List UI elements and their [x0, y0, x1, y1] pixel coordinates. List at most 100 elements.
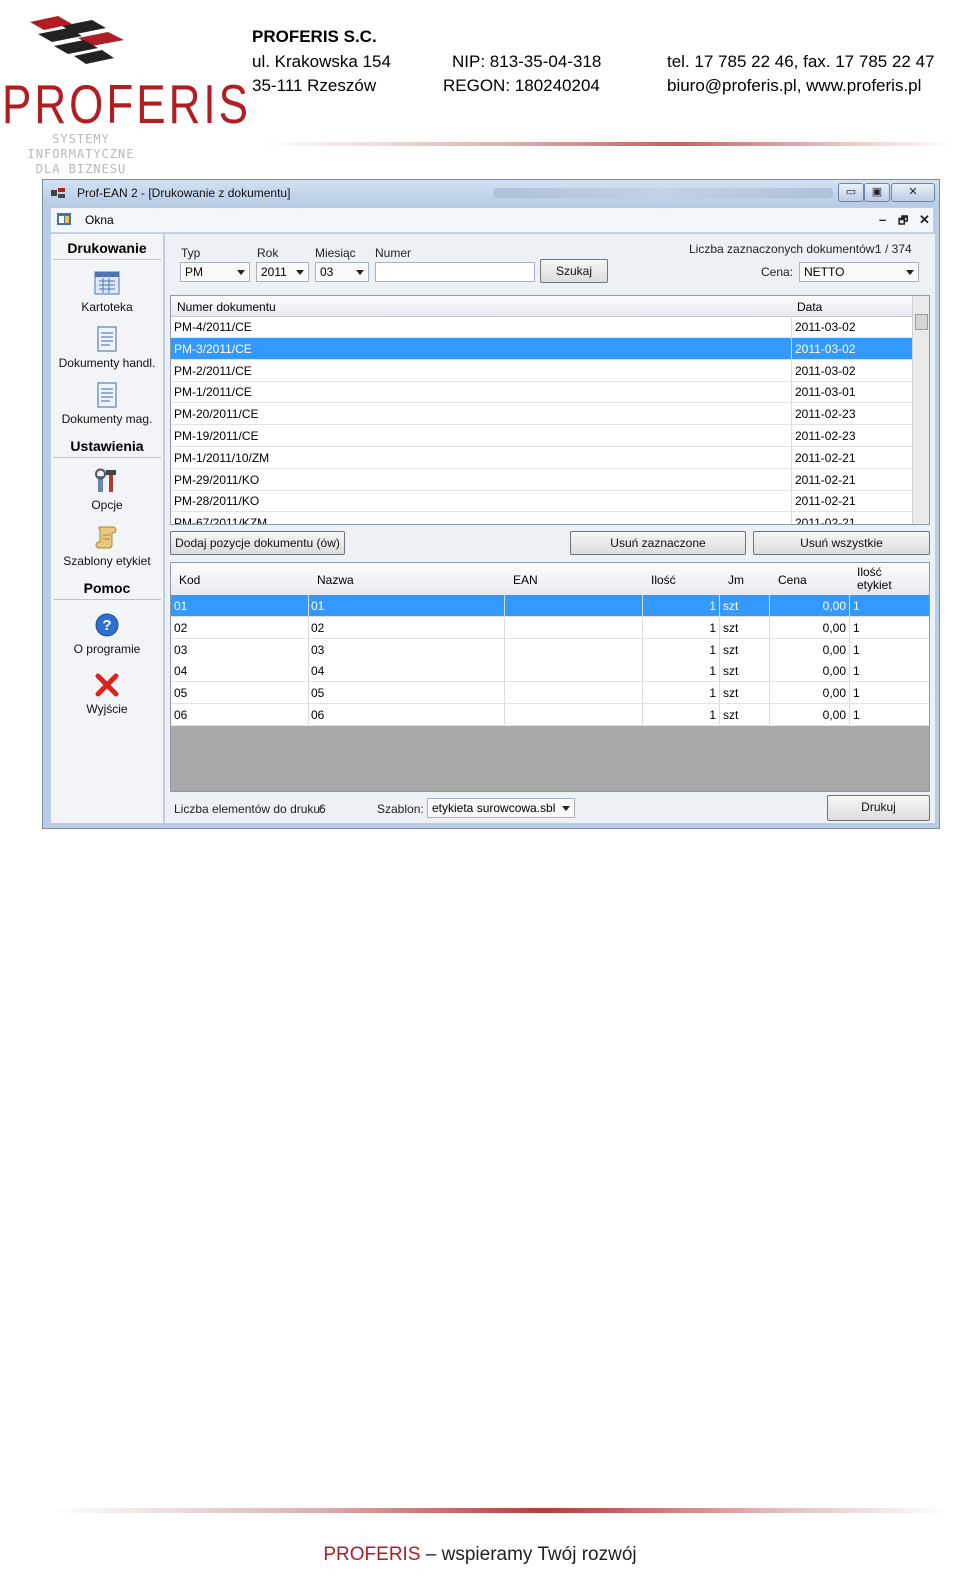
- item-nazwa: 05: [311, 686, 325, 701]
- document-row[interactable]: PM-67/2011/KZM 2011-02-21: [171, 512, 915, 525]
- item-nazwa: 06: [311, 708, 325, 722]
- document-row[interactable]: PM-29/2011/KO 2011-02-21: [171, 468, 915, 491]
- document-row[interactable]: PM-2/2011/CE 2011-03-02: [171, 359, 915, 382]
- col-nazwa[interactable]: Nazwa: [317, 573, 354, 587]
- col-ean[interactable]: EAN: [513, 573, 538, 587]
- svg-text:?: ?: [102, 617, 111, 634]
- maximize-button[interactable]: ▣: [864, 183, 890, 202]
- print-button[interactable]: Drukuj: [827, 795, 930, 821]
- chevron-down-icon: [356, 270, 364, 275]
- logo-tagline: SYSTEMY INFORMATYCZNE DLA BIZNESU: [6, 132, 156, 177]
- sidebar-item-exit[interactable]: Wyjście: [51, 672, 163, 716]
- menu-okna[interactable]: Okna: [85, 213, 114, 227]
- typ-select[interactable]: PM: [180, 262, 250, 282]
- sidebar-item-dokumenty-handl[interactable]: Dokumenty handl.: [51, 326, 163, 370]
- cell-separator: [769, 704, 770, 725]
- col-ilosc[interactable]: Ilość: [651, 573, 676, 587]
- item-row[interactable]: 04 04 1 szt 0,00 1: [171, 660, 929, 683]
- remove-all-button[interactable]: Usuń wszystkie: [753, 531, 930, 555]
- numer-input[interactable]: [375, 262, 535, 282]
- document-row[interactable]: PM-4/2011/CE 2011-03-02: [171, 316, 915, 338]
- document-row[interactable]: PM-3/2011/CE 2011-03-02: [171, 337, 915, 360]
- cell-separator: [642, 660, 643, 682]
- col-date[interactable]: Data: [797, 300, 822, 314]
- sidebar-item-opcje[interactable]: Opcje: [51, 468, 163, 512]
- cell-separator: [504, 638, 505, 660]
- sidebar-item-about[interactable]: ? O programie: [51, 612, 163, 656]
- title-bar[interactable]: Prof-EAN 2 - [Drukowanie z dokumentu] ▭ …: [43, 180, 939, 206]
- mdi-restore-button[interactable]: 🗗: [898, 212, 908, 231]
- cell-separator: [642, 682, 643, 704]
- remove-selected-button[interactable]: Usuń zaznaczone: [570, 531, 746, 555]
- cell-separator: [642, 616, 643, 638]
- template-label: Szablon:: [377, 802, 424, 816]
- miesiac-select[interactable]: 03: [315, 262, 369, 282]
- document-row[interactable]: PM-1/2011/CE 2011-03-01: [171, 381, 915, 404]
- document-number: PM-1/2011/10/ZM: [174, 450, 270, 465]
- cell-separator: [849, 595, 850, 616]
- item-nazwa: 03: [311, 642, 325, 657]
- template-select[interactable]: etykieta surowcowa.sbl: [427, 798, 575, 818]
- col-document-number[interactable]: Numer dokumentu: [177, 300, 276, 314]
- close-button[interactable]: ✕: [891, 183, 935, 202]
- item-row[interactable]: 06 06 1 szt 0,00 1: [171, 704, 929, 726]
- col-kod[interactable]: Kod: [179, 573, 200, 587]
- item-row[interactable]: 03 03 1 szt 0,00 1: [171, 638, 929, 661]
- document-row[interactable]: PM-28/2011/KO 2011-02-21: [171, 490, 915, 513]
- col-ilosc-etykiet[interactable]: Ilość etykiet: [857, 566, 892, 592]
- document-row[interactable]: PM-19/2011/CE 2011-02-23: [171, 425, 915, 447]
- scrollbar-thumb[interactable]: [915, 314, 928, 330]
- minimize-button[interactable]: ▭: [838, 183, 864, 202]
- col-cena[interactable]: Cena: [778, 573, 807, 587]
- item-kod: 03: [174, 642, 188, 657]
- tools-icon: [95, 468, 116, 492]
- add-positions-button[interactable]: Dodaj pozycje dokumentu (ów): [170, 531, 345, 555]
- cell-separator: [719, 638, 720, 660]
- sidebar-item-label: O programie: [73, 642, 141, 656]
- cell-separator: [791, 381, 792, 403]
- cell-separator: [791, 468, 792, 490]
- item-ilosc: 1: [709, 664, 716, 679]
- chevron-down-icon: [906, 270, 914, 275]
- search-button[interactable]: Szukaj: [540, 259, 608, 283]
- cena-select[interactable]: NETTO: [799, 262, 919, 282]
- mdi-close-button[interactable]: ✕: [919, 212, 930, 228]
- sidebar-item-szablony[interactable]: Szablony etykiet: [51, 524, 163, 568]
- col-ilosc-etykiet-line-2: etykiet: [857, 578, 892, 592]
- sidebar-section-printing: Drukowanie: [53, 240, 161, 260]
- sidebar-item-dokumenty-mag[interactable]: Dokumenty mag.: [51, 382, 163, 426]
- document-number: PM-29/2011/KO: [174, 472, 260, 487]
- rok-label: Rok: [257, 246, 279, 260]
- card-index-icon: [94, 271, 120, 295]
- document-number: PM-67/2011/KZM: [174, 516, 268, 525]
- rok-select[interactable]: 2011: [256, 262, 309, 282]
- document-row[interactable]: PM-1/2011/10/ZM 2011-02-21: [171, 446, 915, 469]
- item-row[interactable]: 01 01 1 szt 0,00 1: [171, 595, 929, 617]
- sidebar-item-kartoteka[interactable]: Kartoteka: [51, 270, 163, 314]
- item-cena: 0,00: [822, 642, 846, 657]
- document-date: 2011-03-02: [795, 363, 856, 378]
- numer-label: Numer: [375, 246, 412, 260]
- col-jm[interactable]: Jm: [728, 573, 744, 587]
- item-ilosc: 1: [709, 620, 716, 635]
- item-row[interactable]: 02 02 1 szt 0,00 1: [171, 616, 929, 639]
- template-value: etykieta surowcowa.sbl: [432, 801, 556, 815]
- documents-scrollbar[interactable]: [912, 296, 929, 524]
- company-phone: tel. 17 785 22 46, fax. 17 785 22 47: [667, 52, 935, 71]
- cell-separator: [719, 660, 720, 682]
- document-number: PM-28/2011/KO: [174, 494, 260, 509]
- document-row[interactable]: PM-20/2011/CE 2011-02-23: [171, 403, 915, 426]
- cell-separator: [642, 595, 643, 616]
- item-jm: szt: [723, 664, 739, 679]
- selected-count-label: Liczba zaznaczonych dokumentów:: [689, 242, 878, 256]
- cell-separator: [308, 616, 309, 638]
- cell-separator: [791, 425, 792, 446]
- sidebar-section-settings: Ustawienia: [53, 438, 161, 458]
- cell-separator: [719, 616, 720, 638]
- cell-separator: [849, 682, 850, 704]
- mdi-minimize-button[interactable]: –: [879, 212, 886, 227]
- document-icon: [97, 326, 117, 352]
- cell-separator: [791, 446, 792, 468]
- item-row[interactable]: 05 05 1 szt 0,00 1: [171, 682, 929, 705]
- app-icon: [51, 188, 65, 198]
